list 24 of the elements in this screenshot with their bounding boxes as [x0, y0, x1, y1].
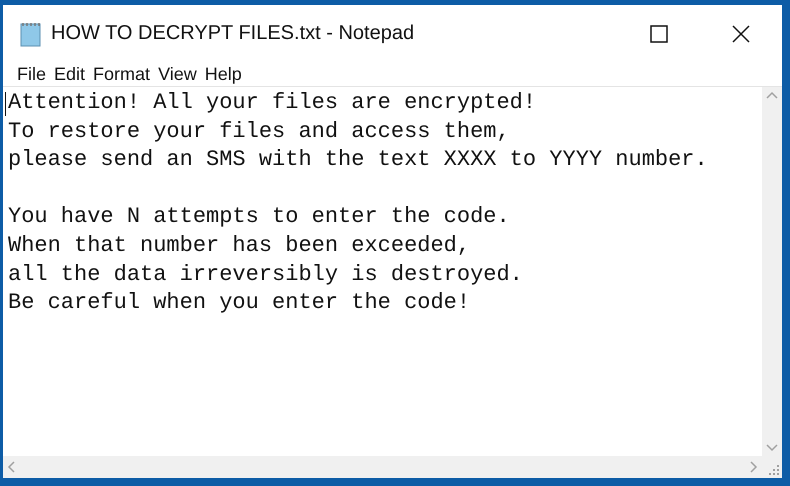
text-line: all the data irreversibly is destroyed.: [8, 260, 523, 289]
text-caret: [5, 92, 6, 116]
notepad-icon: [19, 20, 43, 46]
vertical-scrollbar[interactable]: [762, 87, 782, 456]
horizontal-scrollbar[interactable]: [3, 456, 762, 478]
menu-item[interactable]: Help: [200, 64, 246, 84]
text-line: To restore your files and access them,: [8, 118, 510, 146]
menu-item[interactable]: Edit: [50, 64, 90, 84]
text-line: Attention! All your files are encrypted!: [8, 89, 536, 117]
menu-item[interactable]: Format: [89, 64, 154, 84]
text-line: When that number has been exceeded,: [8, 232, 470, 260]
menu-item[interactable]: View: [154, 64, 201, 84]
text-line: please send an SMS with the text XXXX to YYYY number.: [8, 146, 708, 174]
scroll-up-icon[interactable]: [766, 91, 778, 99]
window-title: HOW TO DECRYPT FILES.txt - Notepad: [51, 22, 416, 45]
menu-item[interactable]: File: [13, 64, 50, 84]
text-line: Be careful when you enter the code!: [8, 289, 470, 318]
resize-grip-icon[interactable]: [768, 464, 780, 476]
text-line: You have N attempts to enter the code.: [8, 203, 510, 232]
scroll-left-icon[interactable]: [7, 461, 15, 473]
scroll-down-icon[interactable]: [766, 444, 778, 452]
maximize-icon: [650, 24, 668, 42]
close-icon: [732, 24, 750, 42]
scroll-right-icon[interactable]: [750, 461, 758, 473]
